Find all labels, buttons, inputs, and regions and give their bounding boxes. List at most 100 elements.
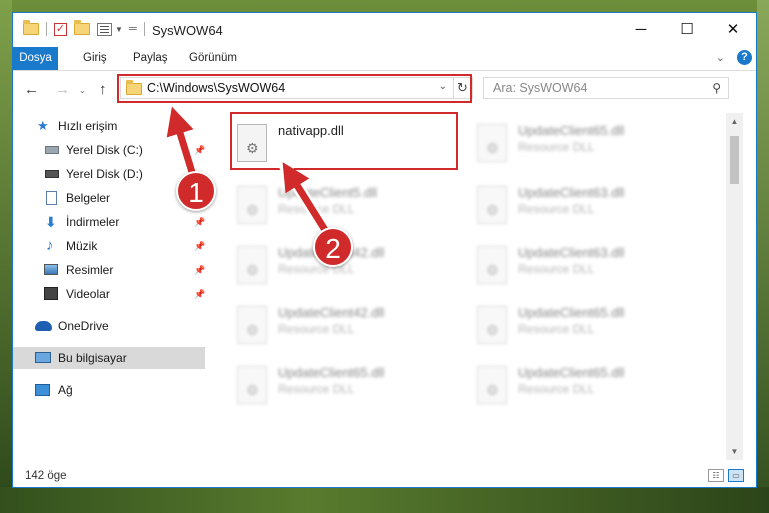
sidebar-item-pictures[interactable]: Resimler 📌 xyxy=(13,259,205,281)
pictures-icon xyxy=(44,264,58,275)
navigation-pane: ★ Hızlı erişim Yerel Disk (C:) 📌 Yerel D… xyxy=(13,113,205,458)
pin-icon[interactable]: 📌 xyxy=(194,211,205,233)
chevron-down-icon[interactable]: ▼ xyxy=(115,25,123,34)
file-tile[interactable]: UpdateClient63.dll Resource DLL xyxy=(471,181,701,229)
pin-icon[interactable]: 📌 xyxy=(194,283,205,305)
sidebar-item-this-pc[interactable]: Bu bilgisayar xyxy=(13,347,205,369)
customize-toolbar-icon[interactable]: ═ xyxy=(129,23,137,35)
dll-file-icon xyxy=(477,366,507,404)
file-type: Resource DLL xyxy=(518,322,595,336)
sidebar-item-downloads[interactable]: ⬇ İndirmeler 📌 xyxy=(13,211,205,233)
window-title: SysWOW64 xyxy=(152,23,223,38)
star-icon: ★ xyxy=(37,118,49,133)
file-type: Resource DLL xyxy=(518,382,595,396)
scrollbar-thumb[interactable] xyxy=(730,136,739,184)
sidebar-item-music[interactable]: ♪ Müzik 📌 xyxy=(13,235,205,257)
file-type: Resource DLL xyxy=(278,382,355,396)
file-name: UpdateClient5.dll xyxy=(278,185,378,200)
back-arrow-icon[interactable]: ← xyxy=(24,81,39,98)
sidebar-item-quick-access[interactable]: ★ Hızlı erişim xyxy=(13,115,205,137)
network-icon xyxy=(35,384,50,396)
step-badge-2: 2 xyxy=(313,227,353,267)
sidebar-item-network[interactable]: Ağ xyxy=(13,379,205,401)
file-tile[interactable]: UpdateClient65.dll Resource DLL xyxy=(471,361,701,409)
tab-dosya[interactable]: Dosya xyxy=(13,47,58,70)
close-button[interactable]: ✕ xyxy=(710,13,756,47)
ribbon-right-controls: ⌄ ? xyxy=(716,50,752,65)
vertical-scrollbar[interactable]: ▲ ▼ xyxy=(726,113,743,460)
tab-gorunum[interactable]: Görünüm xyxy=(189,47,237,70)
dll-file-icon xyxy=(477,306,507,344)
toolbar-separator xyxy=(46,22,47,36)
music-icon: ♪ xyxy=(46,237,54,254)
file-tile[interactable]: UpdateClient65.dll Resource DLL xyxy=(471,301,701,349)
desktop-background-left xyxy=(0,0,12,513)
sidebar-item-local-disk-d[interactable]: Yerel Disk (D:) xyxy=(13,163,205,185)
search-icon: ⚲ xyxy=(712,81,721,95)
address-highlight-box xyxy=(117,74,472,103)
file-tile[interactable]: UpdateClient5.dll Resource DLL xyxy=(231,181,461,229)
view-toggle: ☷ ▭ xyxy=(708,469,744,482)
minimize-button[interactable]: ─ xyxy=(618,13,664,47)
file-name: UpdateClient65.dll xyxy=(518,123,625,138)
dll-file-icon xyxy=(237,186,267,224)
drive-icon xyxy=(45,170,59,178)
dll-file-icon xyxy=(237,366,267,404)
tiles-view-icon[interactable]: ▭ xyxy=(728,469,744,482)
file-tile[interactable]: UpdateClient65.dll Resource DLL xyxy=(231,361,461,409)
new-folder-icon[interactable] xyxy=(74,20,90,35)
file-tile[interactable]: UpdateClient65.dll Resource DLL xyxy=(471,119,701,167)
maximize-button[interactable]: ☐ xyxy=(664,13,710,47)
video-icon xyxy=(44,287,58,300)
ribbon-tabs: Dosya Giriş Paylaş Görünüm ⌄ ? xyxy=(13,47,756,71)
file-type: Resource DLL xyxy=(518,262,595,276)
sidebar-item-onedrive[interactable]: OneDrive xyxy=(13,315,205,337)
window-controls: ─ ☐ ✕ xyxy=(618,13,756,47)
recent-locations-icon[interactable]: ⌄ xyxy=(79,86,86,95)
dll-file-icon xyxy=(237,306,267,344)
file-name: UpdateClient65.dll xyxy=(518,365,625,380)
file-tile[interactable]: UpdateClient42.dll Resource DLL xyxy=(231,301,461,349)
pin-icon[interactable]: 📌 xyxy=(194,259,205,281)
desktop-background-right xyxy=(757,0,769,513)
title-bar: ✓ ▼ ═ SysWOW64 ─ ☐ ✕ xyxy=(13,13,756,47)
pin-icon[interactable]: 📌 xyxy=(194,139,205,161)
file-type: Resource DLL xyxy=(278,202,355,216)
file-name: UpdateClient63.dll xyxy=(518,185,625,200)
forward-arrow-icon[interactable]: → xyxy=(55,81,70,98)
help-icon[interactable]: ? xyxy=(737,50,752,65)
item-count: 142 öge xyxy=(25,470,67,482)
cloud-icon xyxy=(35,321,52,331)
scroll-down-icon[interactable]: ▼ xyxy=(726,443,743,460)
file-name: UpdateClient65.dll xyxy=(278,365,385,380)
file-highlight-box xyxy=(230,112,458,170)
scroll-up-icon[interactable]: ▲ xyxy=(726,113,743,130)
dll-file-icon xyxy=(237,246,267,284)
status-bar: 142 öge ☷ ▭ xyxy=(13,465,756,487)
sidebar-item-local-disk-c[interactable]: Yerel Disk (C:) 📌 xyxy=(13,139,205,161)
tab-paylas[interactable]: Paylaş xyxy=(133,47,168,70)
tab-giris[interactable]: Giriş xyxy=(83,47,107,70)
desktop-background-bottom xyxy=(0,487,769,513)
file-type: Resource DLL xyxy=(518,202,595,216)
toolbar-separator xyxy=(143,22,145,36)
file-type: Resource DLL xyxy=(518,140,595,154)
download-icon: ⬇ xyxy=(45,214,57,230)
up-arrow-icon[interactable]: ↑ xyxy=(99,81,107,98)
dll-file-icon xyxy=(477,246,507,284)
sidebar-item-videos[interactable]: Videolar 📌 xyxy=(13,283,205,305)
file-tile[interactable]: UpdateClient63.dll Resource DLL xyxy=(471,241,701,289)
properties-check-icon[interactable]: ✓ xyxy=(54,22,67,36)
file-name: UpdateClient63.dll xyxy=(518,245,625,260)
documents-icon xyxy=(46,191,57,205)
drive-icon xyxy=(45,146,59,154)
pin-icon[interactable]: 📌 xyxy=(194,235,205,257)
dll-file-icon xyxy=(477,124,507,162)
search-input[interactable]: Ara: SysWOW64 ⚲ xyxy=(483,77,729,99)
details-view-icon[interactable]: ☷ xyxy=(708,469,724,482)
search-placeholder: Ara: SysWOW64 xyxy=(493,81,588,95)
expand-ribbon-icon[interactable]: ⌄ xyxy=(716,51,725,64)
properties-icon[interactable] xyxy=(97,22,112,36)
file-name: UpdateClient65.dll xyxy=(518,305,625,320)
quick-access-toolbar: ✓ ▼ ═ xyxy=(23,20,152,36)
